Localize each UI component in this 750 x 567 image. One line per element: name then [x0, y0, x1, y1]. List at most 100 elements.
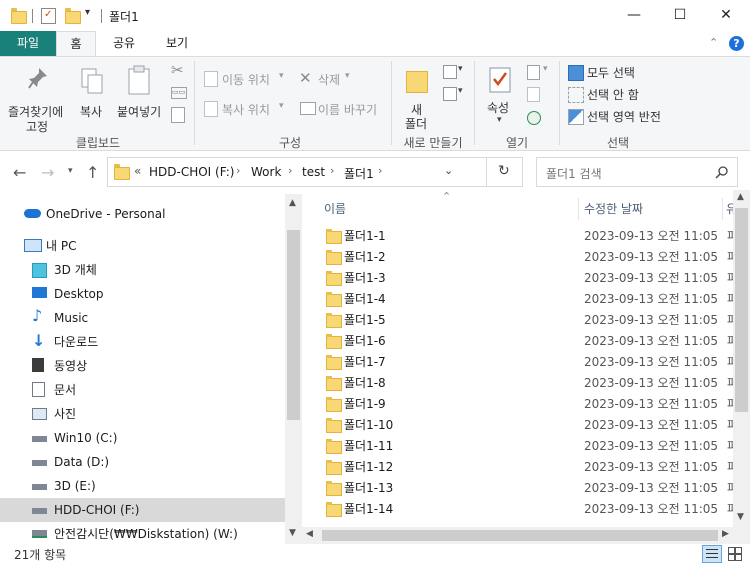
- scroll-left-icon[interactable]: ◀: [306, 529, 313, 539]
- tab-share[interactable]: 공유: [104, 31, 144, 56]
- breadcrumb-chevron-icon[interactable]: ›: [378, 164, 382, 177]
- forward-arrow-icon[interactable]: →: [41, 163, 54, 182]
- minimize-button[interactable]: —: [611, 0, 657, 31]
- paste-button[interactable]: 붙여넣기: [114, 63, 166, 123]
- nav-item-pictures[interactable]: 사진: [0, 402, 285, 426]
- address-history-dropdown-icon[interactable]: ⌄: [444, 164, 453, 177]
- table-row[interactable]: 폴더1-22023-09-13 오전 11:05파: [322, 247, 738, 268]
- new-folder-quick-icon[interactable]: [65, 8, 81, 24]
- scroll-down-icon[interactable]: ▼: [289, 528, 296, 538]
- scroll-up-icon[interactable]: ▲: [289, 198, 296, 208]
- rename-button[interactable]: 이름 바꾸기: [298, 99, 384, 119]
- pin-quick-access-button[interactable]: 즐겨찾기에 고정: [4, 63, 72, 134]
- list-scroll-thumb[interactable]: [735, 208, 748, 412]
- cut-icon[interactable]: ✂: [171, 61, 184, 79]
- paste-shortcut-icon[interactable]: [171, 107, 185, 123]
- tab-file[interactable]: 파일: [0, 31, 56, 56]
- nav-item-network-drive-w[interactable]: 안전감시단(₩₩Diskstation) (W:): [0, 522, 285, 544]
- nav-scrollbar[interactable]: ▲ ▼: [285, 194, 302, 544]
- table-row[interactable]: 폴더1-32023-09-13 오전 11:05파: [322, 268, 738, 289]
- properties-quick-icon[interactable]: ✓: [41, 8, 56, 24]
- copy-button[interactable]: 복사: [76, 63, 110, 123]
- close-button[interactable]: ✕: [703, 0, 749, 31]
- breadcrumb-work[interactable]: Work: [251, 165, 281, 179]
- details-view-icon[interactable]: [702, 545, 722, 563]
- breadcrumb-chevron-icon[interactable]: ›: [330, 164, 334, 177]
- title-bar: ✓ ▾ 폴더1 — ☐ ✕: [0, 0, 750, 31]
- table-row[interactable]: 폴더1-92023-09-13 오전 11:05파: [322, 394, 738, 415]
- nav-label: Music: [54, 311, 89, 325]
- scroll-right-icon[interactable]: ▶: [722, 529, 729, 539]
- up-arrow-icon[interactable]: ↑: [86, 163, 99, 182]
- breadcrumb-folder1[interactable]: 폴더1: [344, 165, 374, 182]
- table-row[interactable]: 폴더1-52023-09-13 오전 11:05파: [322, 310, 738, 331]
- collapse-ribbon-icon[interactable]: ⌃: [709, 36, 718, 49]
- breadcrumb-chevron-icon[interactable]: ›: [236, 164, 240, 177]
- table-row[interactable]: 폴더1-62023-09-13 오전 11:05파: [322, 331, 738, 352]
- table-row[interactable]: 폴더1-42023-09-13 오전 11:05파: [322, 289, 738, 310]
- scroll-down-icon[interactable]: ▼: [737, 512, 744, 522]
- select-none-button[interactable]: 선택 안 함: [566, 85, 666, 103]
- new-folder-button[interactable]: 새 폴더: [398, 63, 436, 131]
- open-icon[interactable]: [527, 65, 540, 80]
- nav-item-documents[interactable]: 문서: [0, 378, 285, 402]
- copy-path-icon[interactable]: ▭▭: [171, 87, 187, 99]
- nav-item-music[interactable]: ♪ Music: [0, 306, 285, 330]
- table-row[interactable]: 폴더1-142023-09-13 오전 11:05파: [322, 499, 738, 520]
- large-icons-view-icon[interactable]: [727, 546, 742, 561]
- tab-home[interactable]: 홈: [56, 31, 96, 56]
- nav-item-drive-f-selected[interactable]: HDD-CHOI (F:): [0, 498, 285, 522]
- invert-selection-button[interactable]: 선택 영역 반전: [566, 107, 676, 125]
- help-icon[interactable]: ?: [729, 36, 744, 51]
- nav-item-videos[interactable]: 동영상: [0, 354, 285, 378]
- scroll-up-icon[interactable]: ▲: [737, 192, 744, 202]
- breadcrumb-overflow[interactable]: «: [134, 164, 141, 178]
- table-row[interactable]: 폴더1-12023-09-13 오전 11:05파: [322, 226, 738, 247]
- table-row[interactable]: 폴더1-82023-09-13 오전 11:05파: [322, 373, 738, 394]
- delete-button[interactable]: ✕ 삭제 ▾: [298, 69, 360, 89]
- nav-item-downloads[interactable]: ↓ 다운로드: [0, 330, 285, 354]
- refresh-icon[interactable]: ↻: [498, 163, 510, 179]
- chevron-down-icon[interactable]: ▾: [458, 86, 463, 96]
- breadcrumb-drive[interactable]: HDD-CHOI (F:): [149, 165, 234, 179]
- nav-item-3d-objects[interactable]: 3D 개체: [0, 258, 285, 282]
- nav-item-onedrive[interactable]: OneDrive - Personal: [0, 202, 285, 226]
- properties-button[interactable]: 속성 ▾: [481, 63, 521, 131]
- nav-item-drive-c[interactable]: Win10 (C:): [0, 426, 285, 450]
- list-horizontal-scrollbar[interactable]: ◀ ▶: [302, 527, 750, 544]
- tab-view[interactable]: 보기: [156, 31, 198, 56]
- easy-access-icon[interactable]: [443, 87, 457, 101]
- table-row[interactable]: 폴더1-72023-09-13 오전 11:05파: [322, 352, 738, 373]
- copy-to-button[interactable]: 복사 위치 ▾: [202, 99, 294, 119]
- downloads-icon: ↓: [32, 331, 46, 350]
- search-icon[interactable]: [715, 166, 728, 179]
- chevron-down-icon[interactable]: ▾: [543, 64, 548, 74]
- table-row[interactable]: 폴더1-122023-09-13 오전 11:05파: [322, 457, 738, 478]
- recent-locations-icon[interactable]: ▾: [68, 166, 73, 176]
- move-to-button[interactable]: 이동 위치 ▾: [202, 69, 294, 89]
- invert-selection-icon: [568, 109, 584, 125]
- nav-item-this-pc[interactable]: 내 PC: [0, 234, 285, 258]
- quick-access-dropdown-icon[interactable]: ▾: [85, 7, 90, 18]
- nav-item-drive-e[interactable]: 3D (E:): [0, 474, 285, 498]
- new-item-icon[interactable]: [443, 65, 457, 79]
- address-bar[interactable]: « HDD-CHOI (F:) › Work › test › 폴더1 › ⌄ …: [107, 157, 523, 187]
- table-row[interactable]: 폴더1-132023-09-13 오전 11:05파: [322, 478, 738, 499]
- select-all-button[interactable]: 모두 선택: [566, 63, 666, 81]
- history-icon[interactable]: [527, 111, 541, 125]
- list-hscroll-thumb[interactable]: [322, 530, 718, 541]
- breadcrumb-test[interactable]: test: [302, 165, 325, 179]
- nav-item-desktop[interactable]: Desktop: [0, 282, 285, 306]
- nav-item-drive-d[interactable]: Data (D:): [0, 450, 285, 474]
- copy-icon: [81, 68, 103, 94]
- chevron-down-icon[interactable]: ▾: [458, 64, 463, 74]
- edit-icon[interactable]: [527, 87, 540, 102]
- maximize-button[interactable]: ☐: [657, 0, 703, 31]
- list-vertical-scrollbar[interactable]: ▲ ▼: [733, 190, 750, 528]
- back-arrow-icon[interactable]: ←: [13, 163, 26, 182]
- breadcrumb-chevron-icon[interactable]: ›: [288, 164, 292, 177]
- search-box[interactable]: 폴더1 검색: [536, 157, 738, 187]
- nav-scroll-thumb[interactable]: [287, 230, 300, 420]
- table-row[interactable]: 폴더1-112023-09-13 오전 11:05파: [322, 436, 738, 457]
- table-row[interactable]: 폴더1-102023-09-13 오전 11:05파: [322, 415, 738, 436]
